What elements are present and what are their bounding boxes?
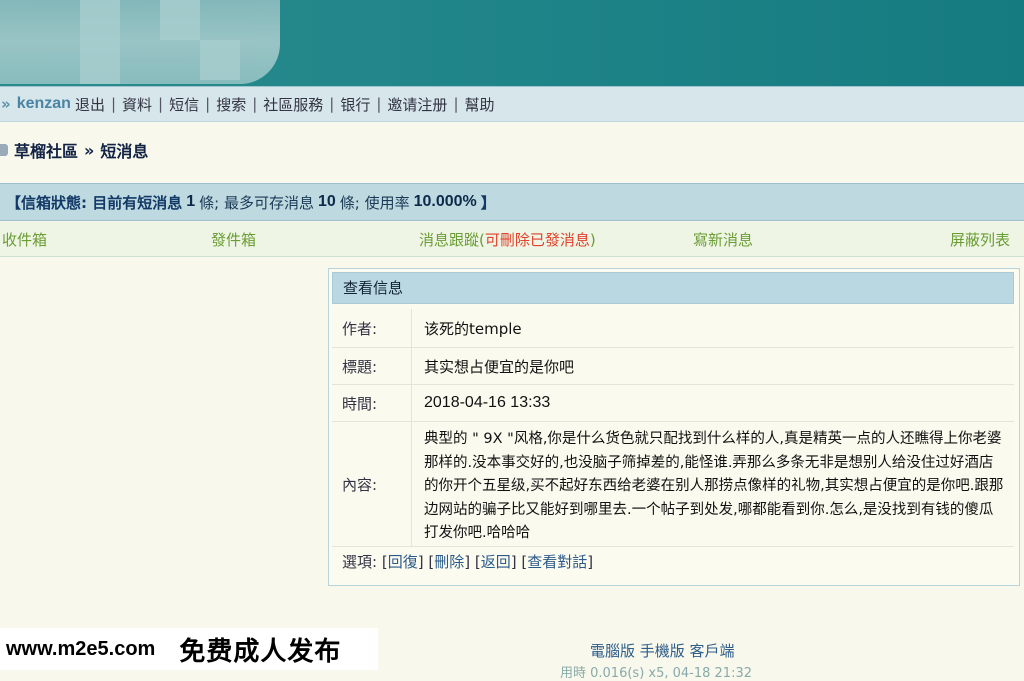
- author-label: 作者:: [332, 309, 412, 347]
- message-options: 選項: [回復] [刪除] [返回] [查看對話]: [342, 553, 594, 571]
- tab-track-note: 可刪除已發消息: [484, 231, 590, 249]
- nav-sep: |: [110, 95, 117, 113]
- top-nav: » kenzan 退出 | 資料 | 短信 | 搜索 | 社區服務 | 银行 | 邀请注册 |…: [0, 86, 1024, 122]
- mailbox-status: 【信箱狀態: 目前有短消息 1 條; 最多可存消息 10 條; 使用率 10.0…: [0, 183, 1024, 221]
- mailbox-mid2: 條; 使用率: [339, 193, 410, 212]
- tab-track-label: 消息跟蹤: [419, 231, 480, 249]
- tab-track-paren-close: ): [589, 231, 596, 249]
- nav-bank[interactable]: 银行: [340, 94, 370, 115]
- author-value: 该死的temple: [424, 319, 522, 338]
- time-value: 2018-04-16 13:33: [424, 394, 551, 411]
- options-label: 選項:: [342, 553, 378, 571]
- site-header: [0, 0, 1024, 86]
- watermark-text: 免费成人发布: [179, 636, 342, 667]
- nav-logout[interactable]: 退出: [75, 94, 105, 115]
- footer-status: 用時 0.016(s) x5, 04-18 21:32: [560, 666, 752, 681]
- breadcrumb: 草榴社區 » 短消息: [0, 136, 148, 164]
- reply-link[interactable]: 回復: [388, 553, 418, 571]
- footer-links[interactable]: 電腦版 手機版 客戶端: [590, 640, 735, 661]
- breadcrumb-current: 短消息: [100, 142, 149, 161]
- time-row: 時間: 2018-04-16 13:33: [332, 385, 1014, 422]
- tab-outbox[interactable]: 發件箱: [211, 229, 256, 250]
- nav-messages[interactable]: 短信: [169, 94, 199, 115]
- nav-sep: |: [329, 95, 335, 113]
- tab-compose[interactable]: 寫新消息: [693, 229, 753, 250]
- message-panel: 查看信息 作者: 该死的temple 標題: 其实想占便宜的是你吧 時間: 20…: [328, 268, 1020, 586]
- time-label: 時間:: [332, 385, 412, 421]
- nav-sep: |: [158, 95, 164, 113]
- mailbox-count: 1: [186, 193, 196, 210]
- tab-track[interactable]: 消息跟蹤(可刪除已發消息): [419, 229, 596, 250]
- nav-sep: |: [453, 95, 459, 113]
- nav-community[interactable]: 社區服務: [263, 94, 323, 115]
- nav-invite[interactable]: 邀请注册: [387, 94, 447, 115]
- title-label: 標題:: [332, 348, 412, 384]
- breadcrumb-separator: »: [84, 140, 95, 160]
- breadcrumb-forum[interactable]: 草榴社區: [14, 138, 78, 162]
- tab-blocklist[interactable]: 屏蔽列表: [950, 229, 1010, 250]
- nav-sep: |: [205, 95, 211, 113]
- back-link[interactable]: 返回: [481, 553, 511, 571]
- nav-sep: |: [252, 95, 258, 113]
- watermark-url: www.m2e5.com: [6, 637, 156, 660]
- view-conversation-link[interactable]: 查看對話: [527, 553, 587, 571]
- content-row: 內容: 典型的 " 9X "风格,你是什么货色就只配找到什么样的人,真是精英一点…: [332, 422, 1014, 547]
- mailbox-usage: 10.000%: [413, 193, 477, 210]
- panel-title: 查看信息: [332, 272, 1014, 304]
- content-label: 內容:: [332, 422, 412, 546]
- tab-inbox[interactable]: 收件箱: [2, 229, 47, 250]
- nav-profile[interactable]: 資料: [122, 94, 152, 115]
- nav-sep: |: [376, 95, 382, 113]
- title-row: 標題: 其实想占便宜的是你吧: [332, 348, 1014, 385]
- delete-link[interactable]: 刪除: [434, 553, 464, 571]
- message-tabs: 收件箱 發件箱 消息跟蹤(可刪除已發消息) 寫新消息 屏蔽列表: [0, 222, 1024, 257]
- blurred-logo: [0, 0, 280, 84]
- title-value: 其实想占便宜的是你吧: [424, 357, 575, 376]
- breadcrumb-icon: [0, 144, 8, 156]
- mailbox-mid1: 條; 最多可存消息: [199, 193, 314, 212]
- nav-search[interactable]: 搜索: [216, 94, 246, 115]
- nav-arrow-icon: »: [1, 95, 11, 113]
- mailbox-max: 10: [317, 193, 336, 210]
- nav-username[interactable]: kenzan: [17, 95, 71, 113]
- watermark: www.m2e5.com 免费成人发布: [0, 628, 378, 670]
- mailbox-suffix: 】: [480, 193, 496, 212]
- mailbox-prefix: 【信箱狀態: 目前有短消息: [6, 193, 183, 212]
- content-value: 典型的 " 9X "风格,你是什么货色就只配找到什么样的人,真是精英一点的人还瞧…: [424, 431, 1004, 541]
- nav-help[interactable]: 幫助: [465, 94, 495, 115]
- author-row: 作者: 该死的temple: [332, 309, 1014, 348]
